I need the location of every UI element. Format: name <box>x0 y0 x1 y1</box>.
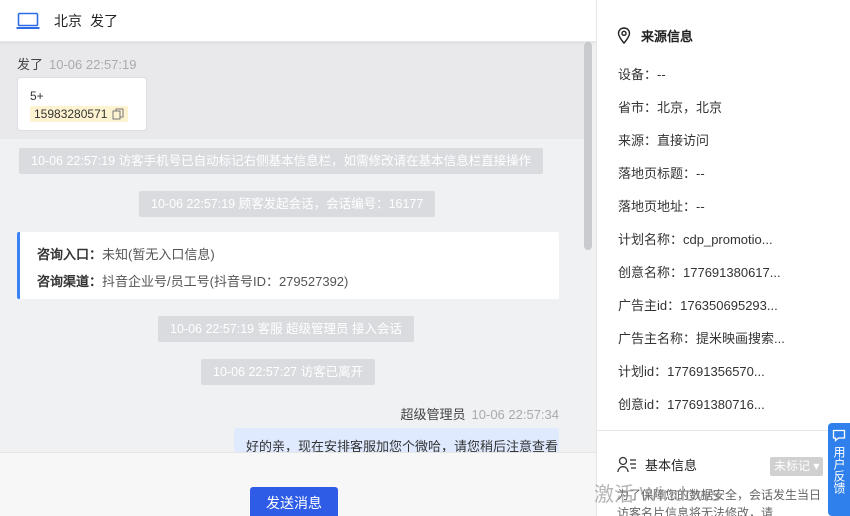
system-message: 10-06 22:57:19 顾客发起会话，会话编号：16177 <box>139 191 436 217</box>
visitor-name: 发了 <box>90 12 118 29</box>
info-device: 设备：-- <box>618 67 666 82</box>
visitor-message-bubble: 5+ 15983280571 <box>17 77 147 131</box>
entry-info-card: 咨询入口：未知(暂无入口信息) 咨询渠道：抖音企业号/员工号(抖音号ID：279… <box>17 232 559 299</box>
basic-info-title: 基本信息 <box>617 455 697 474</box>
agent-message-sender: 超级管理员 <box>400 407 466 422</box>
channel-value: 抖音企业号/员工号(抖音号ID：279527392) <box>102 274 349 289</box>
visitor-info-panel: 来源信息 设备：-- 省市：北京，北京 来源：直接访问 落地页标题：-- 落地页… <box>596 0 850 516</box>
info-landing-url: 落地页地址：-- <box>618 199 705 214</box>
visitor-phone: 15983280571 <box>30 106 129 122</box>
mark-status-dropdown[interactable]: 未标记 ▾ <box>770 457 824 476</box>
mark-status-label: 未标记 <box>774 459 811 473</box>
location-pin-icon <box>617 27 631 44</box>
info-advertiser-name: 广告主名称：提米映画搜索... <box>618 331 785 346</box>
basic-info-title-text: 基本信息 <box>645 458 698 473</box>
source-info-title-text: 来源信息 <box>641 29 694 44</box>
source-info-title: 来源信息 <box>617 26 693 45</box>
system-message: 10-06 22:57:19 访客手机号已自动标记右侧基本信息栏，如需修改请在基… <box>19 148 544 174</box>
chat-area: 北京 发了 发了 10-06 22:57:19 5+ 15983280571 10… <box>0 0 596 516</box>
visitor-message-time: 10-06 22:57:19 <box>49 57 137 72</box>
agent-message-meta: 超级管理员 10-06 22:57:34 <box>401 404 559 423</box>
info-creative-id: 创意id：177691380716... <box>618 397 765 412</box>
copy-icon[interactable] <box>112 108 124 120</box>
entry-row: 咨询入口：未知(暂无入口信息) <box>37 241 542 268</box>
message-list-scrollbar[interactable] <box>584 42 592 250</box>
info-plan-name: 计划名称：cdp_promotio... <box>618 232 773 247</box>
chat-header: 北京 发了 <box>0 0 596 42</box>
caret-down-icon: ▾ <box>810 459 820 473</box>
channel-row: 咨询渠道：抖音企业号/员工号(抖音号ID：279527392) <box>37 268 542 295</box>
basic-info-desc: 为了保障您的数据安全，会话发生当日访客名片信息将无法修改，请 <box>617 488 822 516</box>
system-message: 10-06 22:57:19 客服 超级管理员 接入会话 <box>158 316 415 342</box>
message-list[interactable]: 发了 10-06 22:57:19 5+ 15983280571 10-06 22… <box>0 42 596 452</box>
user-feedback-label: 用户反馈 <box>832 446 846 494</box>
system-message: 10-06 22:57:27 访客已离开 <box>201 359 376 385</box>
user-feedback-button[interactable]: 用户反馈 <box>828 423 850 516</box>
visitor-message-text: 5+ <box>30 89 44 103</box>
visitor-location: 北京 <box>54 12 82 29</box>
agent-message-time: 10-06 22:57:34 <box>471 407 559 422</box>
info-landing-title: 落地页标题：-- <box>618 166 705 181</box>
info-creative-name: 创意名称：177691380617... <box>618 265 781 280</box>
visitor-message-meta: 发了 10-06 22:57:19 <box>17 54 136 73</box>
channel-label: 咨询渠道： <box>37 274 103 289</box>
agent-message-bubble: 好的亲，现在安排客服加您个微哈，请您稍后注意查看 <box>234 428 559 452</box>
visitor-phone-number: 15983280571 <box>34 107 108 121</box>
info-source: 来源：直接访问 <box>618 133 710 148</box>
visitor-message-sender: 发了 <box>17 57 44 72</box>
info-plan-id: 计划id：177691356570... <box>618 364 765 379</box>
laptop-icon <box>16 12 40 29</box>
panel-divider <box>597 430 850 431</box>
chat-bubble-icon <box>832 429 846 442</box>
chat-footer: 发送消息 <box>0 452 596 516</box>
entry-label: 咨询入口： <box>37 247 103 262</box>
info-city: 省市：北京，北京 <box>618 100 723 115</box>
entry-value: 未知(暂无入口信息) <box>102 247 215 262</box>
send-message-button[interactable]: 发送消息 <box>250 487 338 516</box>
info-advertiser-id: 广告主id：176350695293... <box>618 298 778 313</box>
user-list-icon <box>617 456 636 473</box>
source-info-list: 设备：-- 省市：北京，北京 来源：直接访问 落地页标题：-- 落地页地址：--… <box>618 60 838 423</box>
